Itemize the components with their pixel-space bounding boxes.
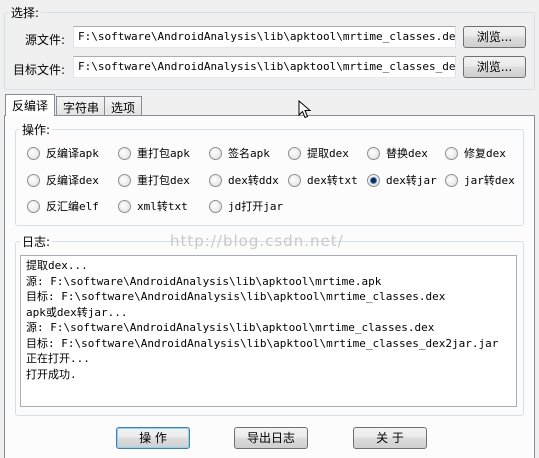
radio-indicator[interactable]	[445, 146, 458, 160]
radio-replace-dex[interactable]: 替换dex	[367, 145, 428, 161]
log-line: 提取dex...	[26, 259, 88, 272]
log-line: 源: F:\software\AndroidAnalysis\lib\apkto…	[26, 321, 435, 334]
radio-indicator[interactable]	[118, 173, 131, 187]
log-line: 源: F:\software\AndroidAnalysis\lib\apkto…	[26, 274, 382, 288]
radio-label: 反汇编elf	[46, 200, 99, 213]
radio-indicator[interactable]	[288, 146, 301, 160]
radio-decompile-dex[interactable]: 反编译dex	[27, 172, 99, 188]
log-line: 打开成功.	[26, 367, 77, 381]
radio-decompile-apk[interactable]: 反编译apk	[27, 145, 99, 161]
log-line: apk或dex转jar...	[26, 305, 128, 319]
radio-label: 重打包apk	[137, 147, 190, 160]
radio-label: 重打包dex	[137, 174, 190, 187]
tab-decompile[interactable]: 反编译	[5, 94, 56, 116]
radio-dex-to-ddx[interactable]: dex转ddx	[209, 172, 279, 188]
radio-sign-apk[interactable]: 签名apk	[209, 145, 270, 161]
radio-indicator[interactable]	[27, 199, 40, 213]
target-file-label: 目标文件:	[13, 63, 66, 77]
radio-indicator[interactable]	[367, 146, 380, 160]
radio-indicator-selected[interactable]	[367, 173, 380, 187]
radio-repack-apk[interactable]: 重打包apk	[118, 145, 190, 161]
radio-label: 反编译dex	[46, 174, 99, 187]
radio-label: 修复dex	[464, 147, 506, 160]
radio-label: 替换dex	[386, 147, 428, 160]
radio-repack-dex[interactable]: 重打包dex	[118, 172, 190, 188]
log-line: 目标: F:\software\AndroidAnalysis\lib\apkt…	[26, 336, 499, 350]
radio-label: 反编译apk	[46, 147, 99, 160]
watermark-text: http://blog.csdn.net/	[170, 232, 344, 250]
tab-strings[interactable]: 字符串	[56, 96, 107, 116]
radio-label: xml转txt	[137, 200, 188, 213]
radio-label: dex转jar	[386, 174, 437, 187]
radio-jar-to-dex[interactable]: jar转dex	[445, 172, 515, 188]
target-browse-button[interactable]: 浏览...	[463, 56, 526, 78]
radio-extract-dex[interactable]: 提取dex	[288, 145, 349, 161]
radio-dex-to-txt[interactable]: dex转txt	[288, 172, 358, 188]
radio-indicator[interactable]	[209, 146, 222, 160]
source-file-label: 源文件:	[25, 33, 66, 47]
radio-repair-dex[interactable]: 修复dex	[445, 145, 506, 161]
arrow-cursor-icon	[298, 100, 312, 119]
target-file-field[interactable]: F:\software\AndroidAnalysis\lib\apktool\…	[73, 56, 456, 78]
radio-xml-to-txt[interactable]: xml转txt	[118, 198, 188, 214]
operate-button[interactable]: 操 作	[116, 427, 190, 449]
tab-options[interactable]: 选项	[104, 96, 143, 116]
radio-indicator[interactable]	[27, 173, 40, 187]
log-line: 正在打开...	[26, 352, 90, 365]
log-line: 目标: F:\software\AndroidAnalysis\lib\apkt…	[26, 290, 446, 303]
radio-indicator[interactable]	[445, 173, 458, 187]
operations-legend: 操作:	[22, 123, 51, 137]
radio-label: jd打开jar	[228, 200, 284, 213]
radio-disassemble-elf[interactable]: 反汇编elf	[27, 198, 99, 214]
radio-label: dex转ddx	[228, 174, 279, 187]
radio-label: jar转dex	[464, 174, 515, 187]
source-browse-button[interactable]: 浏览...	[463, 26, 526, 48]
radio-jd-open-jar[interactable]: jd打开jar	[209, 198, 283, 214]
log-legend: 日志:	[22, 235, 51, 249]
radio-indicator[interactable]	[27, 146, 40, 160]
radio-indicator[interactable]	[118, 146, 131, 160]
export-log-button[interactable]: 导出日志	[234, 427, 308, 449]
radio-label: dex转txt	[307, 174, 358, 187]
radio-dex-to-jar[interactable]: dex转jar	[367, 172, 437, 188]
about-button[interactable]: 关 于	[353, 427, 427, 449]
radio-label: 签名apk	[228, 147, 270, 160]
log-textarea[interactable]: 提取dex... 源: F:\software\AndroidAnalysis\…	[20, 255, 517, 407]
select-group-legend: 选择:	[11, 6, 40, 20]
radio-indicator[interactable]	[118, 199, 131, 213]
radio-label: 提取dex	[307, 147, 349, 160]
radio-indicator[interactable]	[288, 173, 301, 187]
radio-indicator[interactable]	[209, 199, 222, 213]
radio-indicator[interactable]	[209, 173, 222, 187]
source-file-field[interactable]: F:\software\AndroidAnalysis\lib\apktool\…	[73, 26, 456, 48]
